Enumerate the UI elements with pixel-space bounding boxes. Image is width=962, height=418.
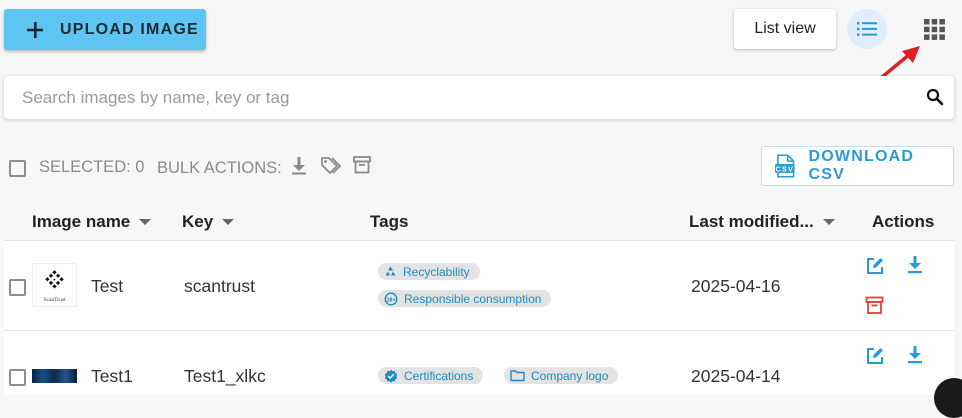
column-header-actions-label: Actions — [872, 212, 935, 231]
recycle-icon — [385, 266, 396, 276]
sort-arrow-icon[interactable] — [222, 219, 235, 225]
image-name[interactable]: Test — [91, 276, 123, 297]
image-thumbnail[interactable] — [32, 369, 77, 383]
column-header-tags: Tags — [370, 212, 408, 232]
last-modified-date: 2025-04-14 — [691, 366, 781, 386]
floating-chat-button[interactable] — [934, 378, 962, 418]
svg-text:18+: 18+ — [386, 297, 395, 303]
column-header-name-label: Image name — [32, 212, 131, 231]
svg-text:CSV: CSV — [775, 164, 794, 173]
image-thumbnail[interactable]: ScanTrust — [32, 263, 77, 307]
selected-count: SELECTED: 0 — [39, 158, 145, 176]
sort-arrow-icon[interactable] — [139, 219, 152, 225]
row-checkbox[interactable] — [9, 369, 26, 386]
select-all-checkbox[interactable] — [9, 160, 26, 177]
verified-icon — [384, 369, 398, 383]
column-header-actions: Actions — [872, 212, 934, 232]
tag-chip[interactable]: Certifications — [378, 367, 484, 384]
list-icon — [857, 22, 877, 36]
column-header-name[interactable]: Image name — [32, 212, 152, 232]
tag-label: Recyclability — [403, 264, 470, 279]
tag-label: Responsible consumption — [404, 291, 542, 306]
tag-label: Company logo — [531, 368, 609, 383]
thumbnail-logo-text: ScanTrust — [43, 297, 66, 303]
row-checkbox[interactable] — [9, 279, 26, 296]
tag-chip[interactable]: Recyclability — [378, 263, 480, 280]
sort-arrow-icon[interactable] — [822, 219, 835, 225]
search-bar — [4, 76, 954, 119]
list-view-label: List view — [754, 20, 816, 37]
grid-icon — [923, 18, 945, 40]
image-key: scantrust — [184, 276, 255, 296]
column-header-key[interactable]: Key — [182, 212, 235, 232]
archive-icon[interactable] — [865, 296, 884, 315]
18-plus-icon: 18+ — [384, 292, 398, 305]
upload-image-label: UPLOAD IMAGE — [60, 20, 199, 38]
bulk-download-icon[interactable] — [290, 156, 308, 176]
search-icon[interactable] — [926, 88, 944, 106]
tag-chip[interactable]: 18+ Responsible consumption — [378, 290, 552, 307]
csv-file-icon: CSV — [774, 154, 795, 178]
table-row — [4, 331, 954, 395]
column-header-last-modified-label: Last modified... — [689, 212, 814, 231]
plus-icon — [27, 21, 43, 38]
download-csv-label: DOWNLOAD CSV — [808, 148, 915, 183]
column-header-key-label: Key — [182, 212, 214, 231]
edit-icon[interactable] — [865, 346, 885, 366]
download-icon[interactable] — [906, 255, 924, 275]
column-header-last-modified[interactable]: Last modified... — [689, 212, 835, 232]
list-view-button[interactable]: List view — [734, 9, 836, 49]
scantrust-logo: ScanTrust — [43, 270, 66, 303]
image-key: Test1_xlkc — [184, 366, 266, 386]
last-modified-date: 2025-04-16 — [691, 276, 781, 296]
search-input[interactable] — [4, 76, 904, 119]
upload-image-button[interactable]: UPLOAD IMAGE — [4, 9, 206, 50]
bulk-archive-icon[interactable] — [352, 155, 372, 175]
download-icon[interactable] — [906, 345, 924, 365]
table-row — [4, 241, 954, 330]
bulk-actions-label: BULK ACTIONS: — [157, 159, 282, 177]
image-name[interactable]: Test1 — [91, 366, 133, 387]
folder-icon — [510, 370, 525, 382]
column-header-tags-label: Tags — [370, 212, 409, 231]
download-csv-button[interactable]: CSV DOWNLOAD CSV — [761, 146, 954, 186]
bulk-tag-icon[interactable] — [320, 156, 342, 176]
tag-label: Certifications — [404, 368, 474, 383]
edit-icon[interactable] — [865, 256, 885, 276]
tag-chip[interactable]: Company logo — [504, 367, 619, 384]
